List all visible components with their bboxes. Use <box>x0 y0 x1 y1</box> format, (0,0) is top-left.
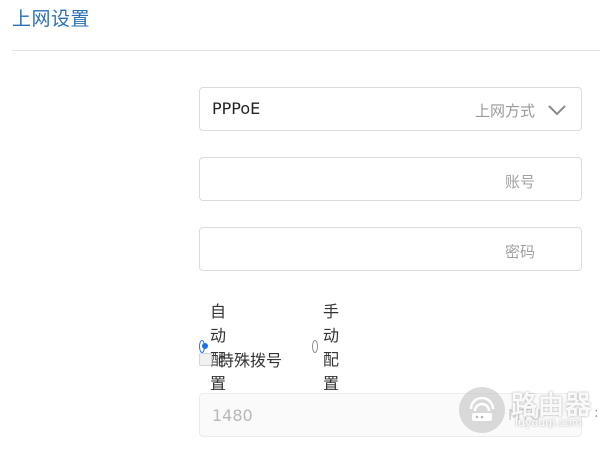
chevron-down-icon[interactable] <box>547 103 567 117</box>
checkbox-icon[interactable] <box>199 352 212 366</box>
connection-type-select[interactable]: PPPoE 上网方式 <box>199 87 582 131</box>
mtu-value: 1480 <box>212 406 253 425</box>
manual-config-radio[interactable]: 手动配置 <box>312 298 346 394</box>
page-title: 上网设置 <box>12 8 91 30</box>
auto-config-radio[interactable]: 自动配置 <box>199 298 233 394</box>
radio-unselected-icon[interactable] <box>312 339 318 353</box>
special-dial-checkbox[interactable]: 特殊拨号 <box>199 347 282 371</box>
special-dial-label: 特殊拨号 <box>218 351 283 370</box>
router-logo-icon <box>459 387 505 433</box>
password-placeholder: 密码 <box>504 243 535 261</box>
connection-type-label: 上网方式 <box>474 102 535 120</box>
watermark: 路由器 luyouqi.com <box>459 385 599 437</box>
account-field[interactable]: 账号 <box>199 157 582 201</box>
password-field[interactable]: 密码 <box>199 227 582 271</box>
connection-type-value: PPPoE <box>212 99 261 118</box>
account-placeholder: 账号 <box>504 173 535 191</box>
auto-config-label: 自动配置 <box>209 302 226 393</box>
header-divider <box>12 50 600 51</box>
manual-config-label: 手动配置 <box>322 302 339 393</box>
watermark-subtext: luyouqi.com <box>515 416 583 429</box>
